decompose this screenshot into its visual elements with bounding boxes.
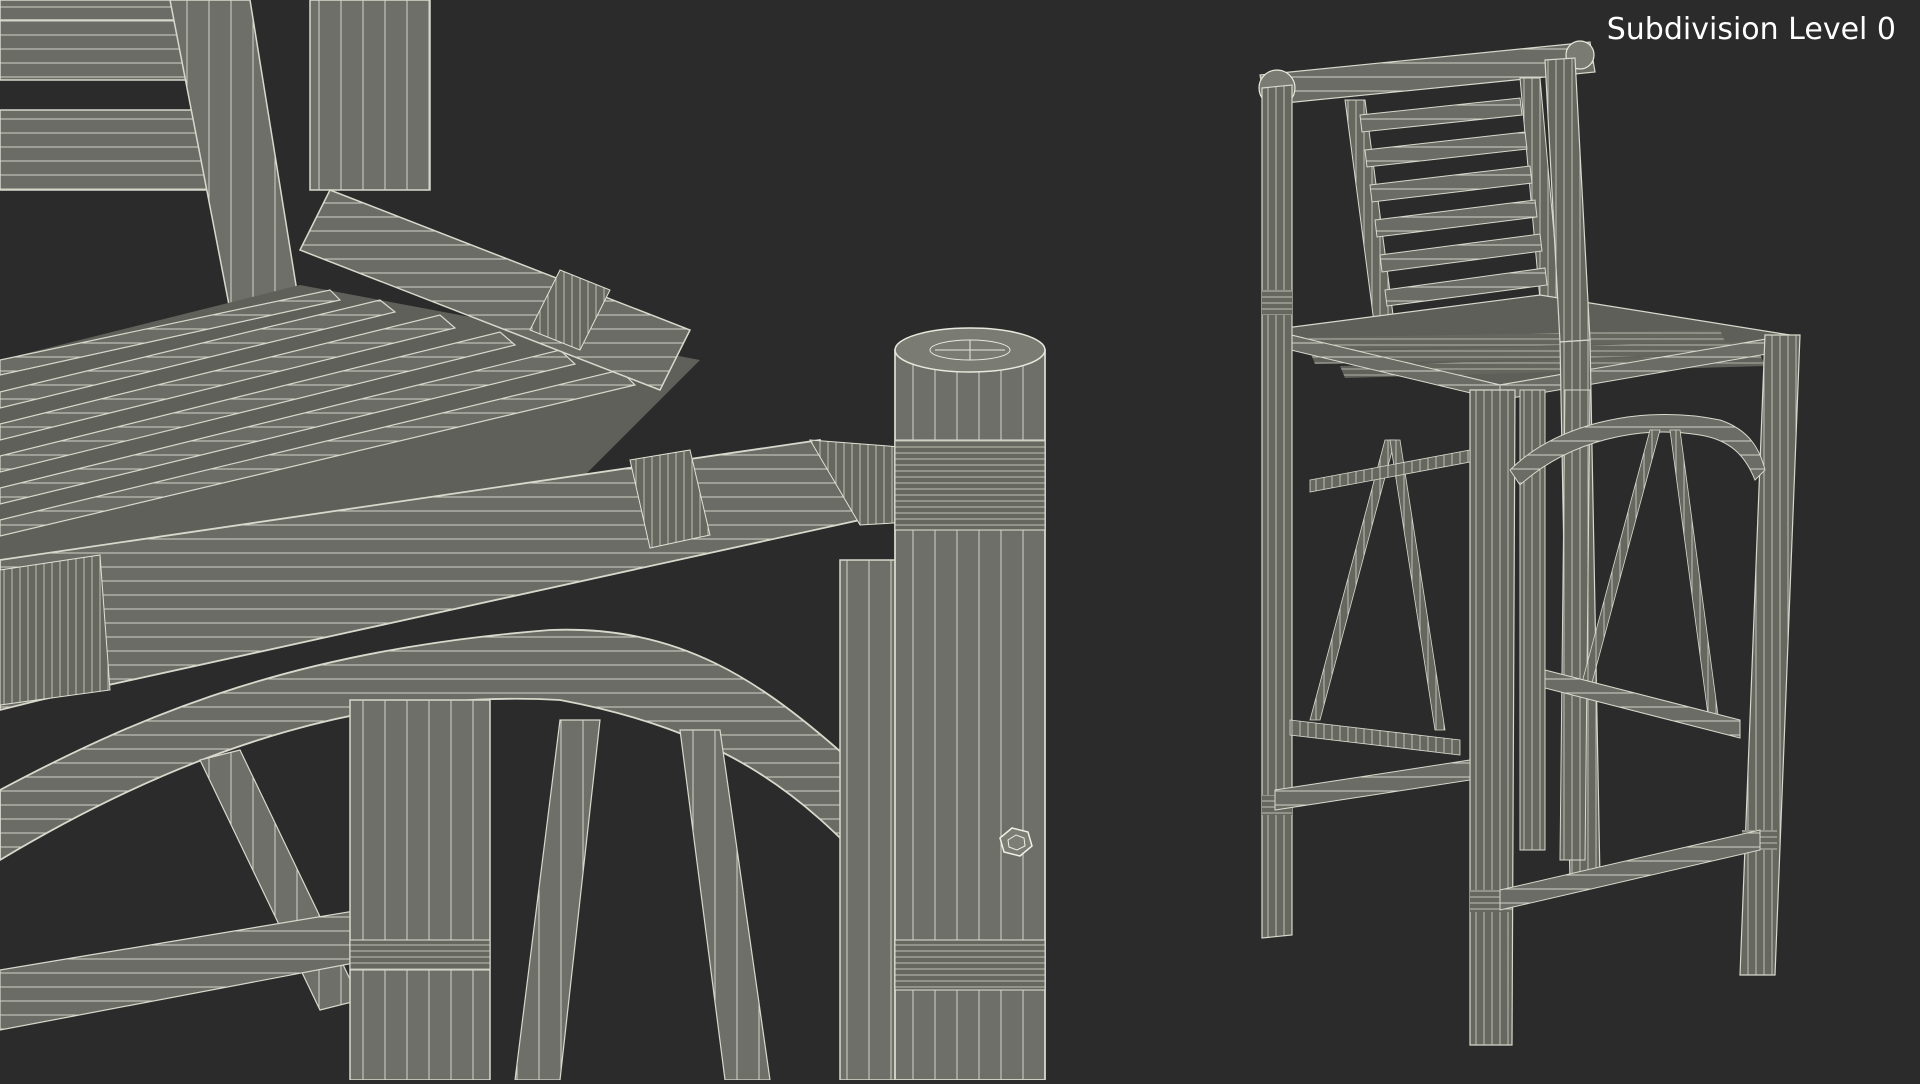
stool-stretchers [1274,669,1761,911]
stool-backrest [1344,77,1561,331]
closeup-back-leg [349,699,491,1081]
closeup-front-post [894,327,1046,1081]
full-bar-stool [1258,40,1801,1046]
render-viewport [0,0,1920,1081]
stool-curved-brace [1509,413,1766,486]
closeup-chair-detail [0,0,1046,1081]
stool-seat [1269,294,1791,401]
closeup-inner-leg [839,559,901,1081]
subdivision-level-label: Subdivision Level 0 [1606,12,1896,47]
